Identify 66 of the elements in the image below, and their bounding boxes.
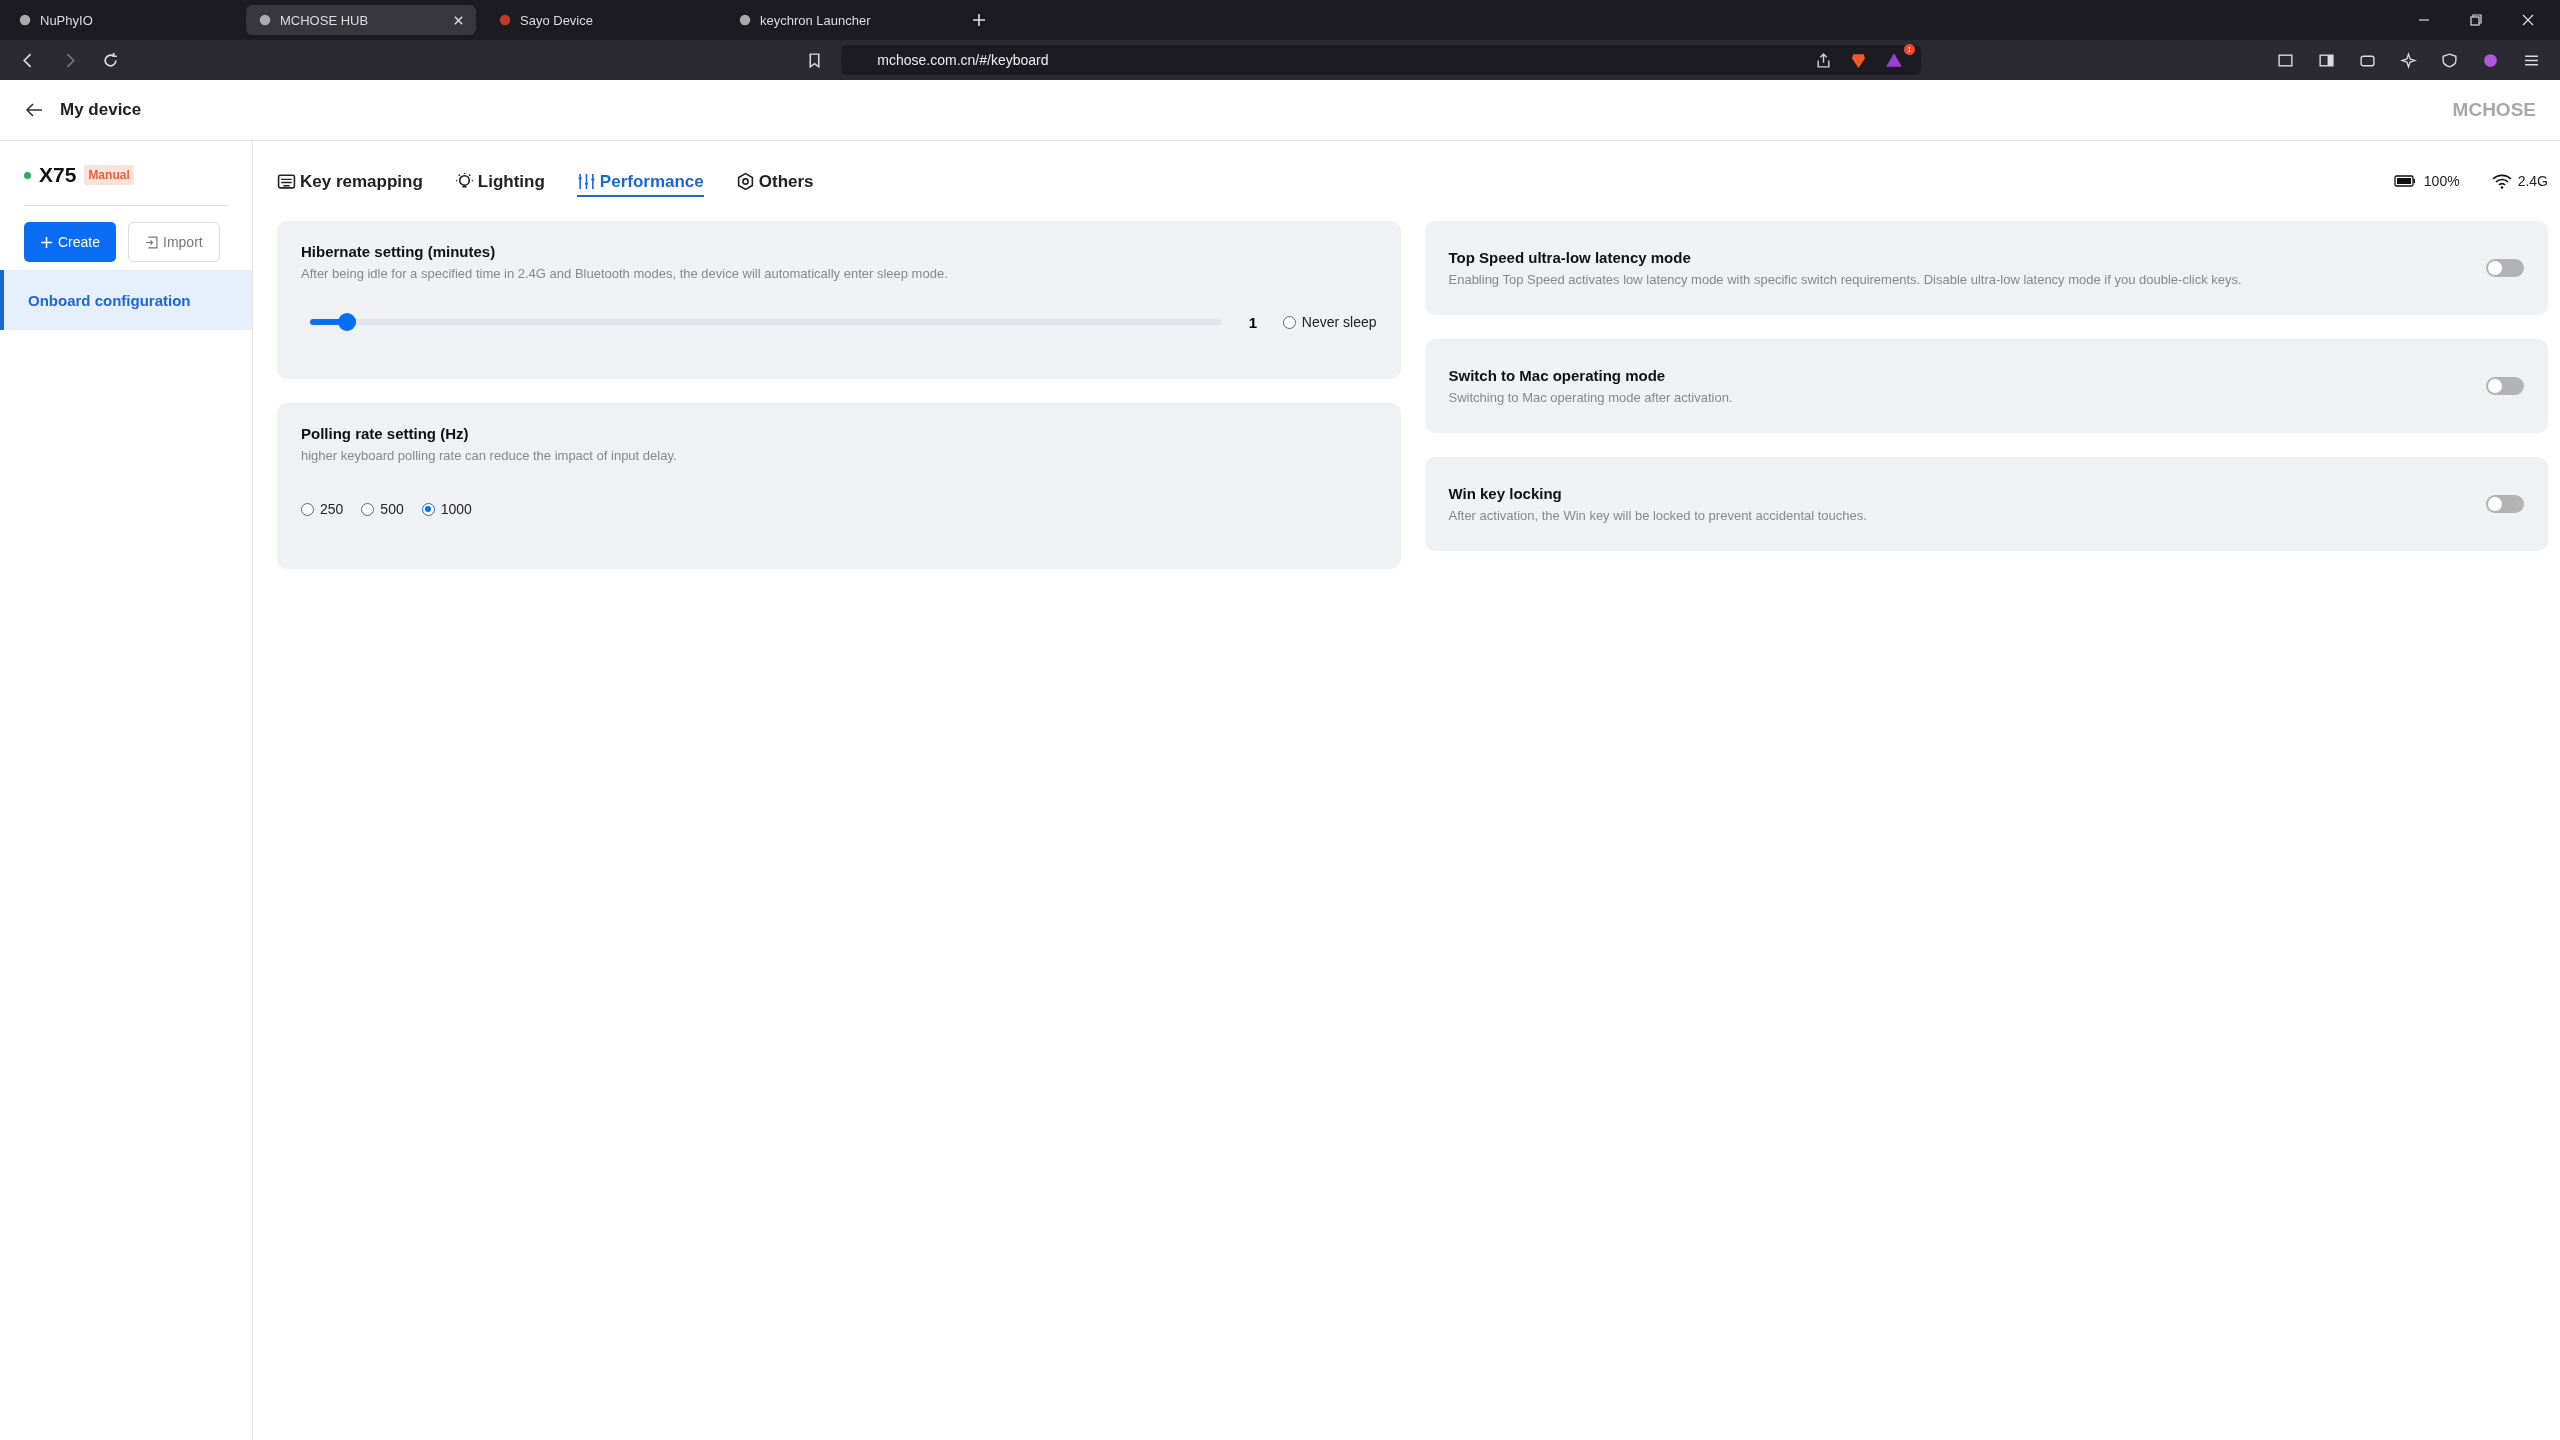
battery-icon xyxy=(2393,175,2416,187)
hexagon-nut-icon xyxy=(735,172,755,191)
slider-value: 1 xyxy=(1248,313,1259,331)
setting-title: Top Speed ultra-low latency mode xyxy=(1448,249,1692,266)
battery-level: 100% xyxy=(2423,173,2460,189)
sliders-icon xyxy=(576,172,596,191)
sidebar-item[interactable]: Onboard configuration xyxy=(0,270,252,330)
browser-tab[interactable]: NuPhyIO xyxy=(6,5,236,35)
setting-description: higher keyboard polling rate can reduce the impact of input delay. xyxy=(301,448,678,463)
triangle-alert-icon[interactable] xyxy=(1885,51,1904,69)
setting-title: Win key locking xyxy=(1448,485,1563,502)
toggle-switch[interactable] xyxy=(2486,495,2524,513)
mode-badge: Manual xyxy=(84,165,134,185)
wireless-icon xyxy=(2491,173,2512,189)
sidebar-icon[interactable] xyxy=(2318,51,2335,69)
tab-favicon-icon xyxy=(738,13,752,27)
tab[interactable]: Others xyxy=(735,165,814,197)
new-tab-icon[interactable] xyxy=(972,13,986,27)
toggle-switch[interactable] xyxy=(2486,259,2524,277)
share-icon[interactable] xyxy=(1815,51,1833,69)
keyboard-icon xyxy=(277,172,296,191)
never-sleep-radio[interactable]: Never sleep xyxy=(1282,314,1377,330)
page-title: My device xyxy=(60,100,142,120)
tab[interactable]: Performance xyxy=(576,165,704,197)
bulb-icon xyxy=(454,172,474,191)
setting-title: Switch to Mac operating mode xyxy=(1448,367,1667,384)
toggle-switch[interactable] xyxy=(2486,377,2524,395)
tab-favicon-icon xyxy=(18,13,32,27)
create-button[interactable]: Create xyxy=(24,222,117,262)
sparkle-icon[interactable] xyxy=(2400,51,2417,69)
device-name: X75 xyxy=(39,163,77,187)
setting-description: After being idle for a specified time in 2.4G and Bluetooth modes, the device will automatically enter sleep mode. xyxy=(301,266,949,281)
reload-icon[interactable] xyxy=(102,51,119,69)
tab[interactable]: Lighting xyxy=(454,165,545,197)
restore-icon[interactable] xyxy=(2469,13,2483,27)
import-button[interactable]: Import xyxy=(128,222,220,262)
shield-icon[interactable] xyxy=(2441,51,2458,69)
import-icon xyxy=(145,235,159,249)
tab-favicon-icon xyxy=(258,13,272,27)
close-icon[interactable] xyxy=(2521,13,2535,27)
polling-rate-radio[interactable]: 1000 xyxy=(421,501,472,517)
polling-rate-radio[interactable]: 500 xyxy=(361,501,404,517)
browser-tab[interactable]: MCHOSE HUB xyxy=(246,5,476,35)
setting-title: Polling rate setting (Hz) xyxy=(301,425,470,442)
setting-title: Hibernate setting (minutes) xyxy=(301,243,497,260)
slider-thumb[interactable] xyxy=(338,313,357,331)
browser-tab[interactable]: keychron Launcher xyxy=(726,5,956,35)
tab-favicon-icon xyxy=(498,13,512,27)
plus-icon xyxy=(40,235,53,249)
browser-tab[interactable]: Sayo Device xyxy=(486,5,716,35)
tab[interactable]: Key remapping xyxy=(277,165,423,197)
radio-circle-icon[interactable] xyxy=(361,502,375,516)
radio-circle-icon[interactable] xyxy=(301,502,314,516)
radio-circle-icon[interactable] xyxy=(421,502,435,516)
close-icon[interactable] xyxy=(453,14,464,26)
setting-description: Enabling Top Speed activates low latency mode with specific switch requirements. Disable ultra-low latency mode if you double-click keys. xyxy=(1448,272,2243,287)
connection-mode: 2.4G xyxy=(2517,173,2548,189)
radio-circle-icon[interactable] xyxy=(1282,315,1296,329)
address-bar[interactable]: mchose.com.cn/#/keyboard 1 xyxy=(841,45,1922,75)
profile-icon[interactable] xyxy=(2482,51,2499,69)
polling-rate-radio[interactable]: 250 xyxy=(301,501,344,517)
screenshot-icon[interactable] xyxy=(2277,51,2294,69)
setting-description: After activation, the Win key will be locked to prevent accidental touches. xyxy=(1448,508,1868,523)
setting-description: Switching to Mac operating mode after activation. xyxy=(1448,390,1734,405)
notification-badge: 1 xyxy=(1904,44,1915,55)
brand-logo: MCHOSE xyxy=(2452,99,2536,121)
